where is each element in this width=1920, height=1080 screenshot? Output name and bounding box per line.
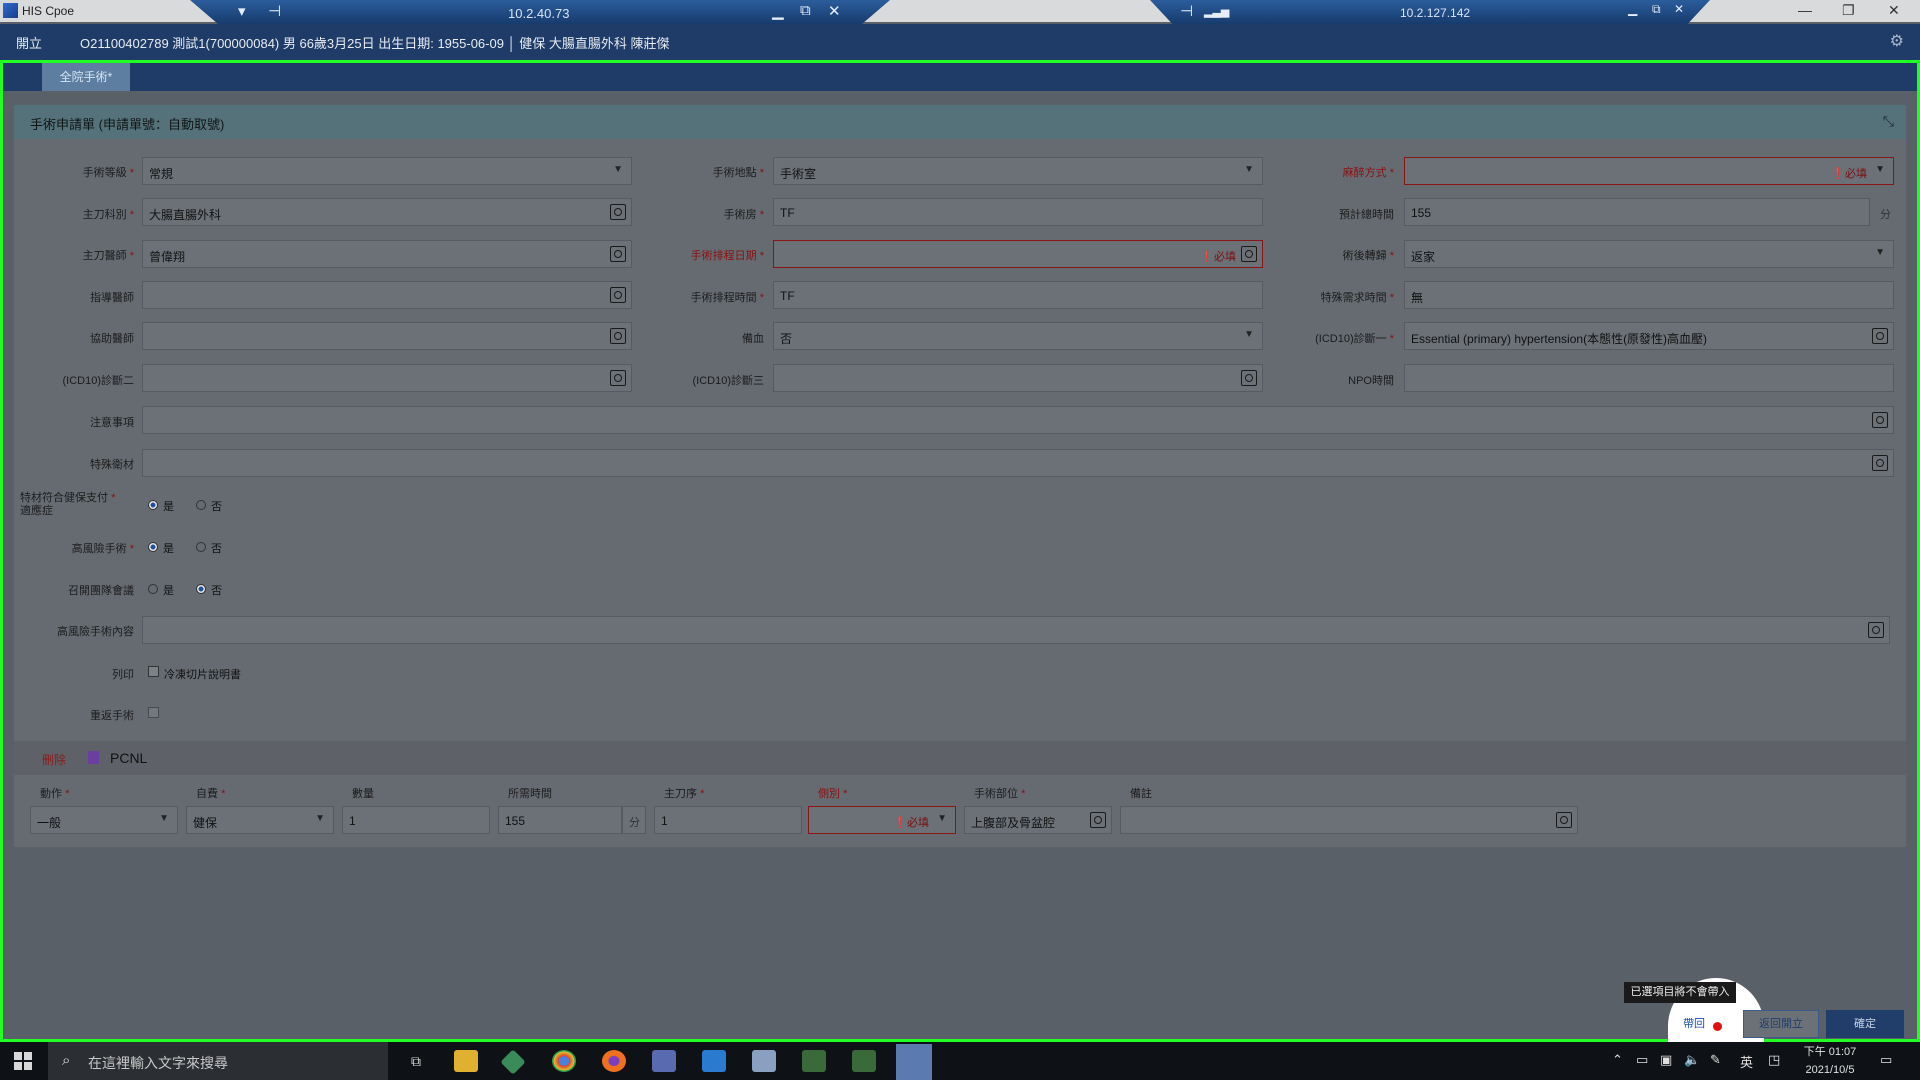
- minimize-icon[interactable]: —: [1798, 2, 1812, 18]
- clock-time: 下午 01:07: [1803, 1046, 1857, 1058]
- his-cpoe-taskbar-icon[interactable]: [896, 1044, 932, 1080]
- search-placeholder: 在這裡輸入文字來搜尋: [88, 1055, 228, 1071]
- file-explorer-icon[interactable]: [454, 1050, 478, 1072]
- notification-icon[interactable]: ▭: [1880, 1052, 1892, 1068]
- tooltip: 已選項目將不會帶入: [1624, 982, 1736, 1003]
- task-view-icon[interactable]: ⧉: [404, 1050, 428, 1072]
- patient-info-bar: 開立 O21100402789 測試1(700000084) 男 66歲3月25…: [0, 24, 1920, 60]
- pin-icon[interactable]: ⊣: [268, 2, 281, 20]
- window-title: HIS Cpoe: [22, 4, 75, 18]
- rdp-minimize-icon[interactable]: ▁: [772, 2, 784, 20]
- chevron-down-icon[interactable]: ▾: [238, 2, 246, 20]
- rdp-connection-bar-left: ▾ ⊣ 10.2.40.73 ▁ ⧉ ✕: [190, 0, 890, 24]
- taskbar-clock[interactable]: 下午 01:07 2021/10/5: [1798, 1043, 1862, 1079]
- rdp-close-icon[interactable]: ✕: [1674, 2, 1684, 16]
- rdp-restore-icon[interactable]: ⧉: [1652, 2, 1661, 17]
- pin-icon[interactable]: ⊣: [1180, 2, 1193, 20]
- vscode-icon[interactable]: [702, 1050, 726, 1072]
- reset-button[interactable]: 帶回: [1683, 1010, 1733, 1038]
- patient-info: O21100402789 測試1(700000084) 男 66歲3月25日 出…: [80, 36, 670, 51]
- return-to-order-button[interactable]: 返回開立: [1743, 1010, 1819, 1038]
- chevron-up-icon[interactable]: ⌃: [1612, 1052, 1623, 1068]
- taskbar-search[interactable]: ⌕ 在這裡輸入文字來搜尋: [48, 1042, 388, 1080]
- app-icon-green-2[interactable]: [852, 1050, 876, 1072]
- notification-dot: [1713, 1022, 1722, 1031]
- ime-indicator[interactable]: 英: [1740, 1052, 1753, 1071]
- rdp-minimize-icon[interactable]: ▁: [1628, 2, 1637, 16]
- volume-icon[interactable]: 🔈: [1684, 1052, 1700, 1068]
- rdp-close-icon[interactable]: ✕: [828, 2, 841, 20]
- confirm-button[interactable]: 確定: [1826, 1010, 1904, 1038]
- signal-icon: ▂▃▅: [1204, 6, 1230, 18]
- open-order-label[interactable]: 開立: [16, 33, 42, 52]
- network-icon[interactable]: ▣: [1660, 1052, 1672, 1068]
- pen-icon[interactable]: ✎: [1710, 1052, 1721, 1068]
- ime-mode-icon[interactable]: ◳: [1768, 1052, 1780, 1068]
- restore-icon[interactable]: ❐: [1842, 2, 1855, 19]
- app-icon-green[interactable]: [802, 1050, 826, 1072]
- rdp-connection-bar-right: ⊣ ▂▃▅ 10.2.127.142 ▁ ⧉ ✕: [1150, 0, 1710, 24]
- close-icon[interactable]: ✕: [1888, 2, 1900, 19]
- search-icon: ⌕: [62, 1052, 71, 1069]
- chrome-icon[interactable]: [552, 1050, 576, 1072]
- app-icon-notes[interactable]: [752, 1050, 776, 1072]
- battery-icon: ▭: [1636, 1052, 1649, 1067]
- gear-icon[interactable]: ⚙: [1890, 31, 1904, 51]
- rdp-ip-right: 10.2.127.142: [1400, 6, 1471, 20]
- rdp-ip-left: 10.2.40.73: [508, 6, 570, 21]
- windows-start-icon[interactable]: [14, 1052, 32, 1070]
- app-icon: [3, 3, 18, 18]
- remote-desktop-icon[interactable]: [652, 1050, 676, 1072]
- focus-frame: [0, 60, 1920, 1042]
- firefox-icon[interactable]: [602, 1050, 626, 1072]
- clock-date: 2021/10/5: [1805, 1064, 1855, 1076]
- rdp-restore-icon[interactable]: ⧉: [800, 2, 811, 19]
